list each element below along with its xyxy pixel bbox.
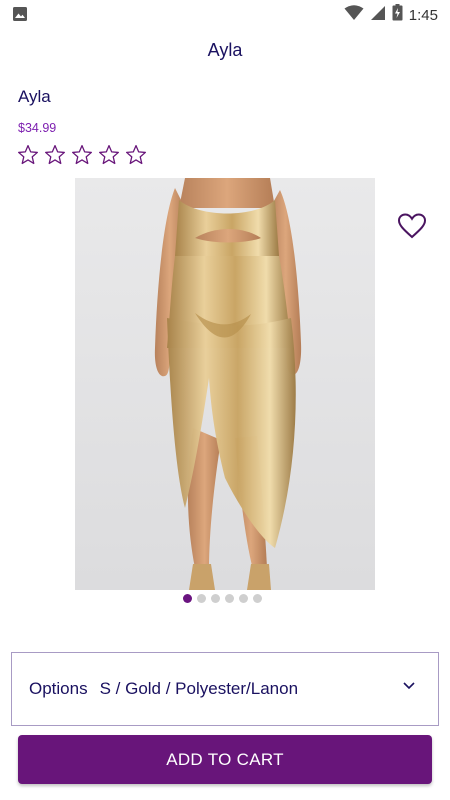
rating-stars[interactable] (17, 144, 147, 166)
product-image[interactable] (75, 178, 375, 590)
heart-icon (397, 213, 427, 239)
wifi-icon (344, 4, 364, 26)
page-title: Ayla (207, 40, 243, 60)
pagination-dot[interactable] (225, 594, 234, 603)
add-to-cart-button[interactable]: ADD TO CART (18, 735, 432, 784)
product-name: Ayla (18, 87, 51, 106)
star-icon[interactable] (98, 144, 120, 166)
star-icon[interactable] (125, 144, 147, 166)
battery-charging-icon (392, 4, 403, 26)
status-bar: 1:45 (0, 0, 450, 28)
status-time: 1:45 (408, 6, 438, 24)
chevron-down-icon (403, 682, 415, 690)
pagination-dot[interactable] (183, 594, 192, 603)
image-notification-icon (12, 6, 28, 27)
star-icon[interactable] (17, 144, 39, 166)
product-detail-screen: 1:45 Ayla Ayla $34.99 Options S / Gold /… (0, 0, 450, 800)
options-selector[interactable]: Options S / Gold / Polyester/Lanon (11, 652, 439, 726)
product-price: $34.99 (18, 121, 57, 135)
pagination-dot[interactable] (239, 594, 248, 603)
signal-icon (370, 5, 386, 26)
wishlist-heart-button[interactable] (397, 212, 427, 240)
image-pagination[interactable] (183, 594, 262, 603)
pagination-dot[interactable] (197, 594, 206, 603)
options-selected-value: S / Gold / Polyester/Lanon (99, 679, 299, 698)
dress-illustration (154, 178, 302, 590)
options-label: Options (29, 679, 88, 698)
star-icon[interactable] (44, 144, 66, 166)
star-icon[interactable] (71, 144, 93, 166)
pagination-dot[interactable] (211, 594, 220, 603)
pagination-dot[interactable] (253, 594, 262, 603)
